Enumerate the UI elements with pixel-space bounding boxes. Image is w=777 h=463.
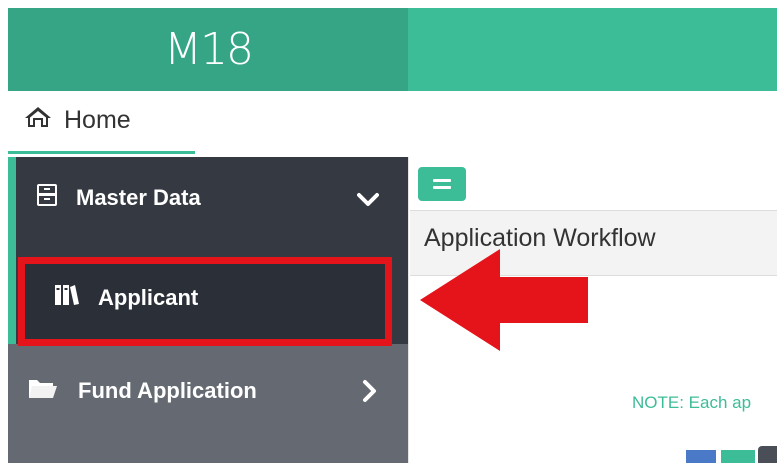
sidebar-item-fund-application[interactable]: Fund Application [28,376,257,406]
sidebar-item-label: Applicant [98,285,199,310]
home-tab-underline [8,151,195,154]
sidebar-active-accent [8,157,16,344]
chevron-right-icon[interactable] [362,379,378,403]
home-tab[interactable]: Home [24,100,131,140]
sidebar-item-label: Master Data [76,185,201,210]
workflow-step-thumbnail [721,450,755,463]
sidebar-item-label: Fund Application [78,378,257,403]
chevron-down-icon[interactable] [357,192,379,208]
red-arrow-annotation [420,249,588,351]
workflow-step-thumbnail [758,446,777,463]
workflow-step-thumbnail [686,450,716,463]
brand-logo[interactable]: M18 [8,8,408,91]
binders-icon [54,284,80,312]
sidebar-item-applicant[interactable]: Applicant [54,284,198,312]
archive-icon [36,183,58,213]
menu-toggle-button[interactable] [418,167,466,201]
home-label: Home [64,105,131,134]
logo-text: M18 [164,24,254,75]
workflow-note: NOTE: Each ap [632,393,752,412]
menu-toggle-icon-line [433,179,451,182]
sidebar-item-master-data[interactable]: Master Data [36,183,201,213]
folder-icon [28,376,58,406]
home-icon [24,105,52,136]
menu-toggle-icon-line [433,186,451,189]
